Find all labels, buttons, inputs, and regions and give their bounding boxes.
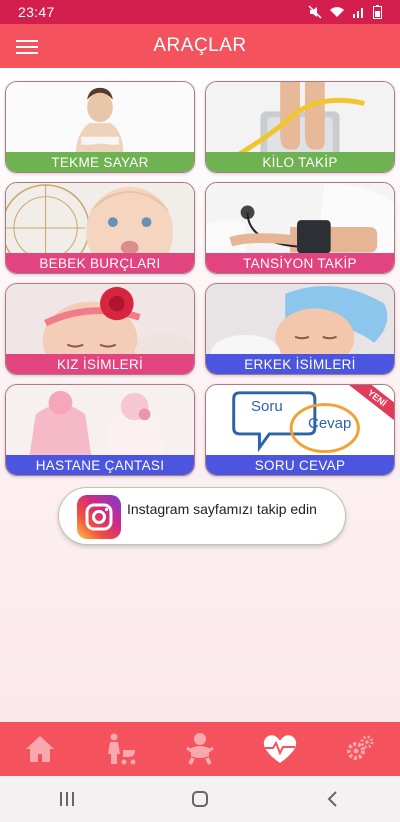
card-erkek-isimleri[interactable]: ERKEK İSİMLERİ [205,283,395,375]
card-tansiyon-takip[interactable]: TANSİYON TAKİP [205,182,395,274]
card-tekme-sayar[interactable]: TEKME SAYAR [5,81,195,173]
tab-home[interactable] [0,722,80,776]
instagram-text: Instagram sayfamızı takip edin [127,501,317,517]
back-icon [327,791,338,807]
mother-stroller-icon [108,733,136,765]
instagram-icon [77,495,121,539]
status-icons [308,5,382,19]
menu-icon[interactable] [16,36,38,56]
card-label: TEKME SAYAR [6,152,194,172]
card-label: ERKEK İSİMLERİ [206,354,394,374]
back-button[interactable] [267,776,400,822]
wifi-icon [330,7,344,17]
home-button[interactable] [133,776,266,822]
tab-health[interactable] [240,722,320,776]
page-title: ARAÇLAR [153,35,247,56]
card-soru-cevap[interactable]: Soru Cevap YENİ SORU CEVAP [205,384,395,476]
bubble-text-soru: Soru [251,398,283,415]
card-hastane-cantasi[interactable]: HASTANE ÇANTASI [5,384,195,476]
tab-baby[interactable] [160,722,240,776]
system-nav-bar [0,776,400,822]
card-label: SORU CEVAP [206,455,394,475]
card-bebek-burclari[interactable]: BEBEK BURÇLARI [5,182,195,274]
recents-icon [59,792,74,806]
recents-button[interactable] [0,776,133,822]
signal-icon [353,8,363,18]
battery-icon [373,5,382,19]
bottom-nav [0,722,400,776]
bubble-text-cevap: Cevap [308,415,352,432]
status-bar: 23:47 [0,0,400,24]
home-icon [26,736,54,762]
card-kilo-takip[interactable]: KİLO TAKİP [205,81,395,173]
mute-icon [308,5,322,19]
card-label: KİLO TAKİP [206,152,394,172]
status-time: 23:47 [18,4,55,20]
tab-settings[interactable] [320,722,400,776]
card-label: HASTANE ÇANTASI [6,455,194,475]
instagram-follow-button[interactable]: Instagram sayfamızı takip edin [58,487,346,545]
card-label: BEBEK BURÇLARI [6,253,194,273]
baby-icon [186,733,214,765]
card-label: KIZ İSİMLERİ [6,354,194,374]
tab-mother[interactable] [80,722,160,776]
card-label: TANSİYON TAKİP [206,253,394,273]
home-circle-icon [191,791,208,807]
content-area: TEKME SAYAR KİLO TAKİP BEBEK BURÇLARI TA… [0,68,400,722]
gears-icon [347,735,374,760]
app-bar: ARAÇLAR [0,24,400,68]
heart-pulse-icon [263,735,297,763]
card-kiz-isimleri[interactable]: KIZ İSİMLERİ [5,283,195,375]
